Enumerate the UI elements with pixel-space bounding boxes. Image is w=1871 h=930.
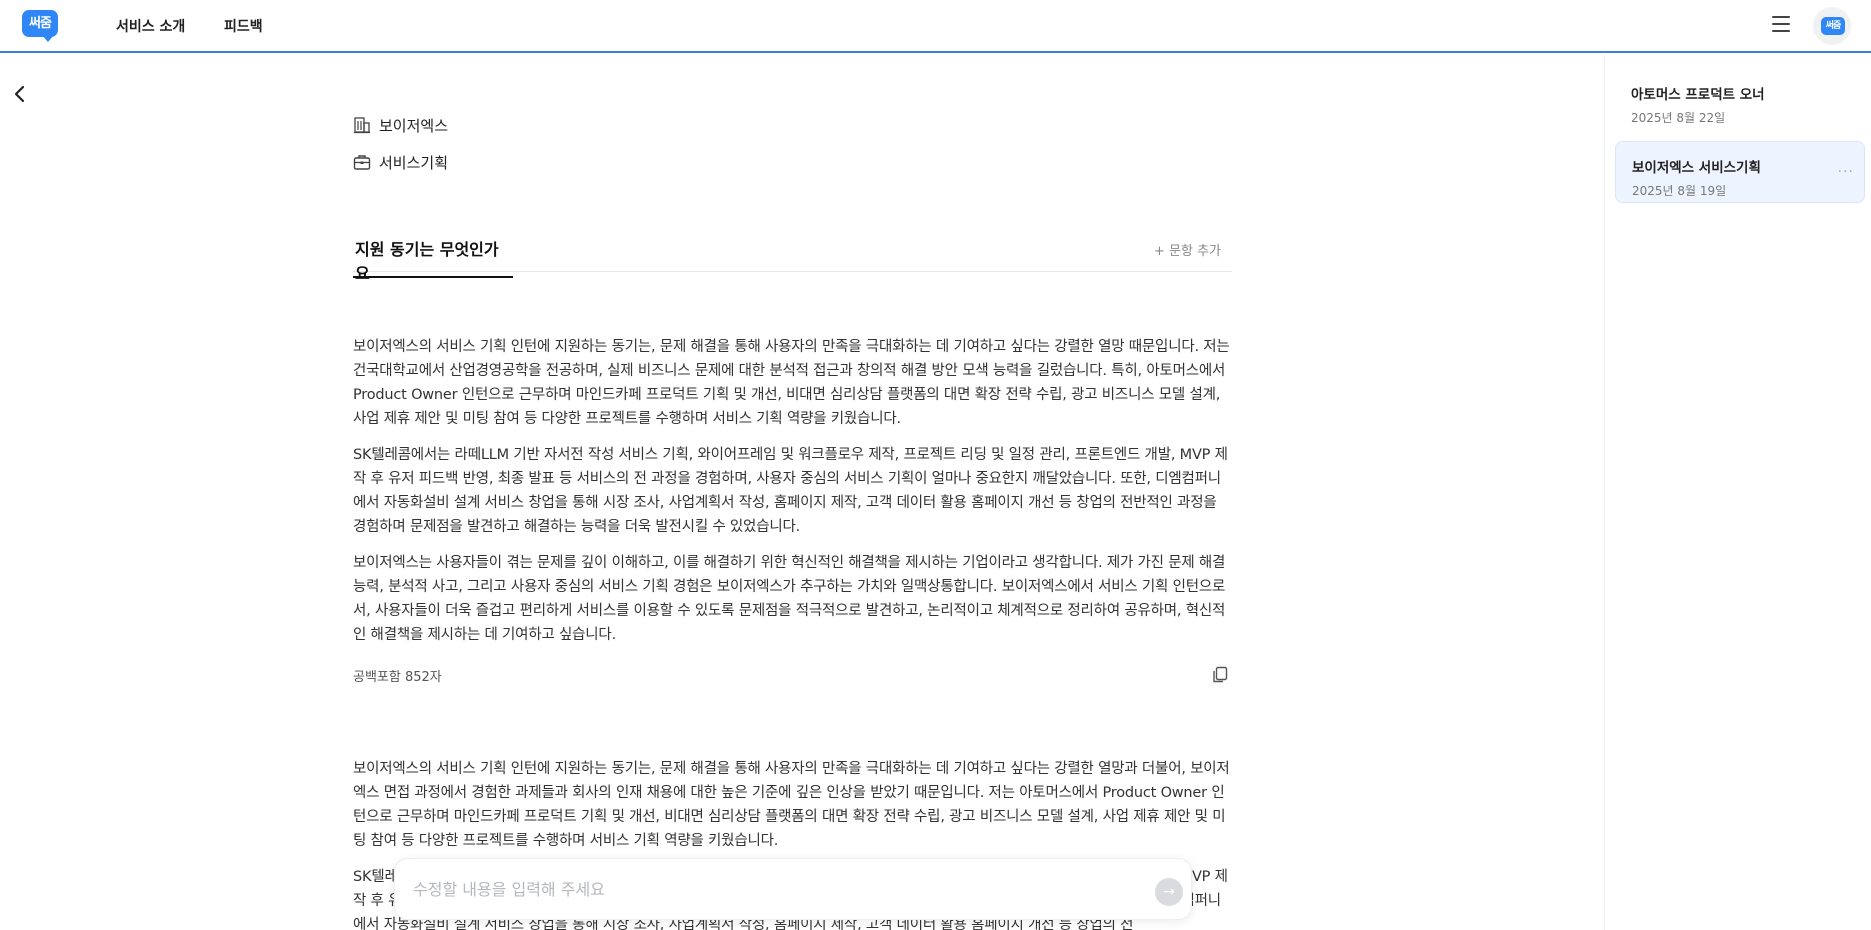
back-arrow-icon[interactable] (12, 84, 28, 104)
answer-paragraph: SK텔레콤에서는 라떼LLM 기반 자서전 작성 서비스 기획, 와이어프레임 … (353, 447, 1228, 535)
revision-prompt-box: → (394, 858, 1192, 920)
document-item[interactable]: 아토머스 프로덕트 오너 2025년 8월 22일 (1615, 69, 1865, 131)
building-icon (353, 116, 371, 134)
app-logo[interactable]: 써줌 (22, 10, 58, 42)
position-row: 서비스기획 (353, 151, 448, 173)
company-name: 보이저엑스 (379, 116, 449, 135)
document-date: 2025년 8월 19일 (1632, 184, 1727, 198)
revision-input[interactable] (413, 875, 1113, 903)
answer-paragraph: 보이저엑스의 서비스 기획 인턴에 지원하는 동기는, 문제 해결을 통해 사용… (353, 339, 1230, 427)
answer-paragraph: 보이저엑스의 서비스 기획 인턴에 지원하는 동기는, 문제 해결을 통해 사용… (353, 761, 1230, 849)
answer-paragraph: 보이저엑스는 사용자들이 겪는 문제를 깊이 이해하고, 이를 해결하기 위한 … (353, 555, 1226, 643)
hamburger-menu-icon[interactable] (1772, 16, 1790, 32)
document-date: 2025년 8월 22일 (1631, 111, 1726, 125)
company-row: 보이저엑스 (353, 114, 448, 136)
avatar[interactable]: 써줌 (1813, 7, 1851, 45)
question-tabs: 지원 동기는 무엇인가요 + 문항 추가 (353, 230, 1232, 283)
document-title: 아토머스 프로덕트 오너 (1631, 87, 1765, 103)
send-button[interactable]: → (1155, 878, 1183, 906)
answer-block-1: 보이저엑스의 서비스 기획 인턴에 지원하는 동기는, 문제 해결을 통해 사용… (353, 335, 1233, 659)
position-name: 서비스기획 (379, 153, 449, 172)
briefcase-icon (353, 153, 371, 171)
logo-text: 써줌 (22, 10, 58, 37)
document-item-selected[interactable]: 보이저엑스 서비스기획 2025년 8월 19일 ··· (1615, 141, 1865, 203)
logo-speech-tail (42, 35, 54, 42)
copy-icon[interactable] (1212, 666, 1228, 684)
char-count: 공백포함 852자 (353, 670, 442, 685)
avatar-logo-text: 써줌 (1821, 17, 1845, 35)
nav-service-intro[interactable]: 서비스 소개 (116, 16, 185, 36)
nav-feedback[interactable]: 피드백 (224, 16, 263, 36)
add-question-button[interactable]: + 문항 추가 (1154, 240, 1221, 259)
more-options-icon[interactable]: ··· (1838, 164, 1854, 180)
top-header: 써줌 서비스 소개 피드백 써줌 (0, 0, 1871, 53)
send-arrow-icon: → (1163, 884, 1175, 900)
document-title: 보이저엑스 서비스기획 (1632, 160, 1761, 176)
document-sidebar: 아토머스 프로덕트 오너 2025년 8월 22일 보이저엑스 서비스기획 20… (1604, 55, 1871, 930)
tab-motivation[interactable]: 지원 동기는 무엇인가요 (353, 236, 513, 283)
